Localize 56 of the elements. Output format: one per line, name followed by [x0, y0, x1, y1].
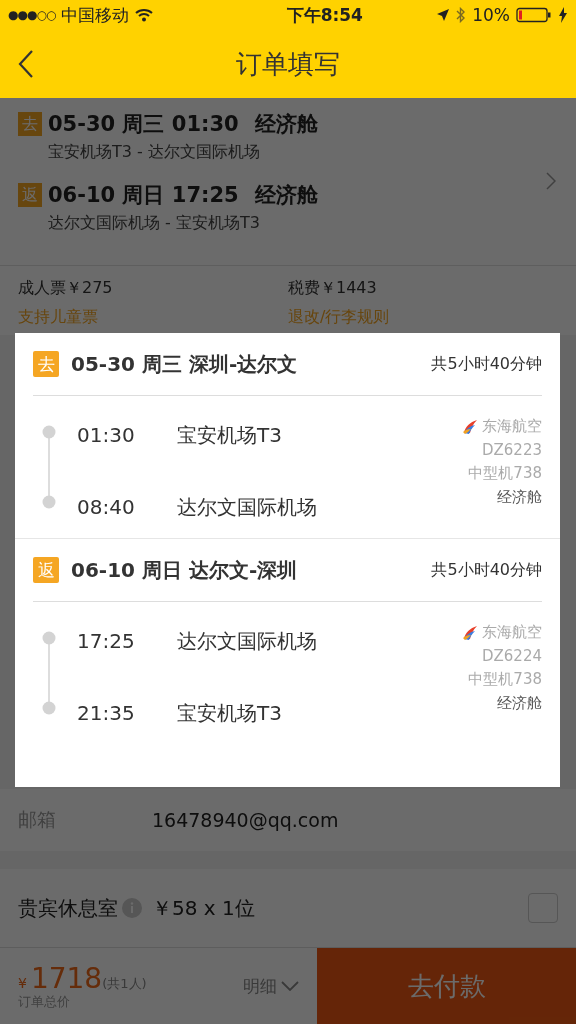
price-text: 税费￥1443: [288, 278, 378, 299]
flight-date-time: 06-10 周日 17:25: [48, 182, 239, 209]
cabin-class: 经济舱: [497, 488, 542, 507]
price-text: 成人票￥275: [18, 278, 114, 299]
wifi-icon: [135, 8, 154, 22]
flight-route: 宝安机场T3 - 达尔文国际机场: [48, 142, 261, 163]
flight-duration: 共5小时40分钟: [431, 559, 542, 581]
flight-duration: 共5小时40分钟: [431, 353, 542, 375]
flight-number: DZ6223: [482, 441, 542, 459]
stop-time: 21:35: [77, 701, 136, 725]
stop-airport: 宝安机场T3: [177, 699, 282, 727]
flight-date-time: 05-30 周三 01:30: [48, 111, 239, 138]
flight-route: 达尔文国际机场 - 宝安机场T3: [48, 213, 261, 234]
location-arrow-icon: [436, 8, 451, 22]
airline-name: 东海航空: [482, 623, 542, 642]
stop-airport: 达尔文国际机场: [177, 493, 317, 521]
trip-tag: 返: [18, 183, 42, 207]
price-link[interactable]: 退改/行李规则: [288, 307, 558, 328]
clock-time: 下午8:54: [286, 3, 363, 27]
cabin-class: 经济舱: [497, 694, 542, 713]
airline-name: 东海航空: [482, 417, 542, 436]
charging-icon: [558, 7, 568, 23]
pay-button[interactable]: 去付款: [317, 948, 576, 1024]
stop-time: 01:30: [77, 423, 136, 447]
total-amount: 1718: [30, 961, 103, 995]
carrier-name: 中国移动: [61, 3, 130, 27]
signal-strength: ●●●○○: [8, 8, 56, 22]
trip-tag: 去: [33, 351, 59, 377]
segment-title: 05-30 周三 深圳-达尔文: [71, 350, 298, 378]
chevron-right-icon: [546, 172, 556, 190]
lounge-label: 贵宾休息室: [18, 894, 118, 922]
stop-airport: 达尔文国际机场: [177, 627, 317, 655]
email-value[interactable]: 16478940@qq.com: [152, 809, 339, 831]
trip-tag: 去: [18, 112, 42, 136]
stop-airport: 宝安机场T3: [177, 421, 282, 449]
airline-logo-icon: [462, 624, 478, 641]
page-title: 订单填写: [236, 47, 340, 81]
flight-summary-panel[interactable]: 去 05-30 周三 01:30 经济舱 宝安机场T3 - 达尔文国际机场 返 06-10 周日 17:25 经济舱 达尔文国际机场 - 宝安机场T3: [0, 98, 576, 265]
flight-number: DZ6224: [482, 647, 542, 665]
lounge-price: ￥58 x 1位: [152, 894, 255, 922]
aircraft-type: 中型机738: [468, 464, 542, 483]
chevron-down-icon: [281, 981, 299, 991]
trip-tag: 返: [33, 557, 59, 583]
back-icon[interactable]: [18, 49, 34, 79]
battery-percent: 10%: [472, 5, 510, 25]
aircraft-type: 中型机738: [468, 670, 542, 689]
price-link[interactable]: 支持儿童票: [18, 307, 288, 328]
cabin-class: 经济舱: [254, 111, 318, 138]
segment-title: 06-10 周日 达尔文-深圳: [71, 556, 298, 584]
currency-symbol: ¥: [18, 974, 27, 991]
stop-time: 17:25: [77, 629, 136, 653]
stop-time: 08:40: [77, 495, 136, 519]
battery-icon: [516, 7, 552, 23]
bluetooth-icon: [456, 7, 467, 23]
airline-logo-icon: [462, 418, 478, 435]
cabin-class: 经济舱: [254, 182, 318, 209]
